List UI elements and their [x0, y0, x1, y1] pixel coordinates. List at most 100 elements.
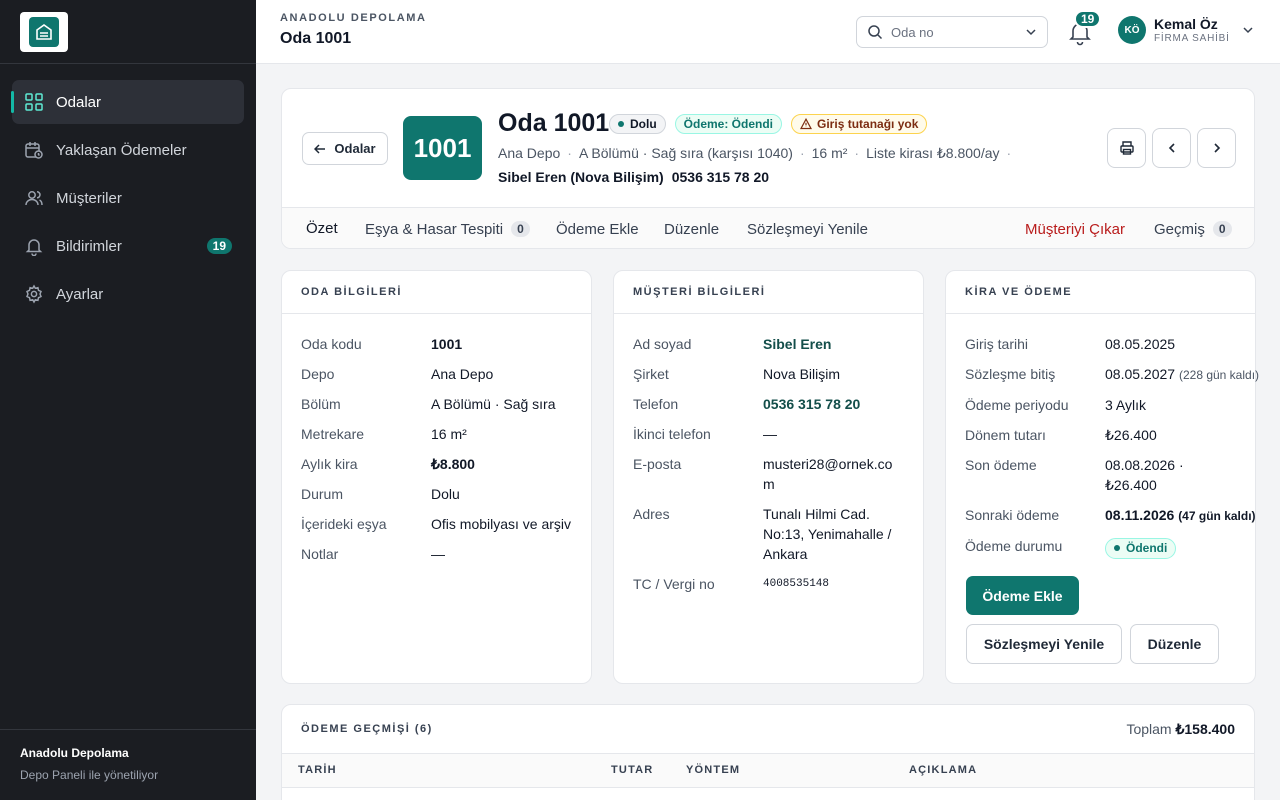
- sidebar-item-label: Bildirimler: [56, 237, 122, 255]
- tab-odeme-ekle[interactable]: Ödeme Ekle: [556, 208, 639, 248]
- warning-badge: Giriş tutanağı yok: [791, 114, 928, 134]
- card-title: MÜŞTERİ BİLGİLERİ: [614, 271, 923, 314]
- chevron-down-icon[interactable]: [1025, 26, 1037, 38]
- column-header[interactable]: AÇIKLAMA: [909, 764, 977, 776]
- footer-company: Anadolu Depolama: [20, 746, 129, 760]
- back-to-rooms-button[interactable]: Odalar: [302, 132, 388, 165]
- payment-status-badge: Ödendi: [1105, 537, 1177, 559]
- sidebar-item-label: Müşteriler: [56, 189, 122, 207]
- meta-list-rent: Liste kirası ₺8.800/ay: [866, 145, 1000, 161]
- customer-name-link[interactable]: Sibel Eren (Nova Bilişim): [498, 169, 664, 185]
- info-row: İçerideki eşya Ofis mobilyası ve arşiv: [301, 516, 572, 532]
- tab-gecmis[interactable]: Geçmiş 0: [1154, 208, 1232, 248]
- sidebar-nav: Odalar Yaklaşan Ödemeler Müşteriler Bild…: [0, 64, 256, 336]
- sidebar-item-ayarlar[interactable]: Ayarlar: [12, 272, 244, 316]
- warning-icon: [800, 118, 813, 130]
- info-row: Durum Dolu: [301, 486, 460, 502]
- phone-link[interactable]: 0536 315 78 20: [763, 394, 904, 414]
- search-icon: [868, 25, 883, 40]
- edit-button[interactable]: Düzenle: [1130, 624, 1219, 664]
- column-header[interactable]: YÖNTEM: [686, 764, 740, 776]
- info-row: Depo Ana Depo: [301, 366, 494, 382]
- tab-esya-hasar[interactable]: Eşya & Hasar Tespiti 0: [365, 208, 530, 248]
- card-title: ÖDEME GEÇMİŞİ (6): [301, 723, 433, 735]
- avatar: KÖ: [1118, 16, 1146, 44]
- user-role: FİRMA SAHİBİ: [1154, 33, 1230, 44]
- next-room-button[interactable]: [1197, 128, 1236, 168]
- tab-count: 0: [511, 221, 530, 237]
- room-meta: Ana Depo · A Bölümü · Sağ sıra (karşısı 10…: [498, 145, 1012, 161]
- info-row: Aylık kira ₺8.800: [301, 456, 475, 472]
- info-row: Sözleşme bitiş 08.05.2027 (228 gün kaldı): [965, 366, 1260, 382]
- calendar-clock-icon: [25, 142, 43, 159]
- bell-icon: [25, 239, 43, 256]
- info-row: Telefon 0536 315 78 20: [633, 394, 904, 414]
- renew-contract-button[interactable]: Sözleşmeyi Yenile: [966, 624, 1122, 664]
- customer-phone[interactable]: 0536 315 78 20: [672, 169, 769, 185]
- info-row: E-posta musteri28@ornek.com: [633, 454, 904, 494]
- page-title: Oda 1001: [280, 30, 352, 47]
- history-total: Toplam ₺158.400: [1126, 720, 1235, 737]
- notification-count-badge: 19: [206, 238, 232, 254]
- card-title: KİRA VE ÖDEME: [946, 271, 1255, 314]
- room-tabs: Özet Eşya & Hasar Tespiti 0 Ödeme Ekle Dü…: [282, 207, 1254, 248]
- sidebar: Odalar Yaklaşan Ödemeler Müşteriler Bild…: [0, 0, 256, 800]
- footer-subtitle: Depo Paneli ile yönetiliyor: [20, 768, 159, 782]
- info-row: Ödeme durumu Ödendi: [965, 536, 1236, 559]
- table-header: TARİH TUTAR YÖNTEM AÇIKLAMA: [282, 754, 1254, 788]
- column-header[interactable]: TUTAR: [611, 764, 653, 776]
- user-name: Kemal Öz: [1154, 16, 1218, 32]
- column-header[interactable]: TARİH: [298, 764, 337, 776]
- sidebar-footer: Anadolu Depolama Depo Paneli ile yönetil…: [0, 729, 256, 800]
- customer-info-card: MÜŞTERİ BİLGİLERİ Ad soyad Sibel Eren Şir…: [613, 270, 924, 684]
- tab-musteriyi-cikar[interactable]: Müşteriyi Çıkar: [1025, 208, 1125, 248]
- print-button[interactable]: [1107, 128, 1146, 168]
- tab-duzenle[interactable]: Düzenle: [664, 208, 719, 248]
- chevron-right-icon: [1213, 143, 1220, 153]
- occupancy-badge: Dolu: [609, 114, 666, 134]
- info-row: Ödeme periyodu 3 Aylık: [965, 397, 1146, 413]
- info-row: TC / Vergi no 4008535148: [633, 576, 830, 592]
- logo[interactable]: [20, 12, 68, 52]
- sidebar-item-yaklasan-odemeler[interactable]: Yaklaşan Ödemeler: [12, 128, 244, 172]
- sidebar-item-label: Odalar: [56, 93, 102, 111]
- search-input[interactable]: [891, 24, 1011, 40]
- sidebar-item-bildirimler[interactable]: Bildirimler 19: [12, 224, 244, 268]
- chevron-down-icon: [1243, 27, 1253, 34]
- status-pills: Dolu Ödeme: Ödendi Giriş tutanağı yok: [609, 114, 936, 134]
- room-info-card: ODA BİLGİLERİ Oda kodu 1001 Depo Ana Depo …: [281, 270, 592, 684]
- info-row: Şirket Nova Bilişim: [633, 366, 841, 382]
- sidebar-item-label: Ayarlar: [56, 285, 104, 303]
- arrow-left-icon: [314, 143, 326, 154]
- payment-history-card: ÖDEME GEÇMİŞİ (6) Toplam ₺158.400 TARİH …: [281, 704, 1255, 800]
- room-search[interactable]: [856, 16, 1048, 48]
- info-row: Oda kodu 1001: [301, 336, 463, 352]
- printer-icon: [1119, 141, 1134, 155]
- rent-payment-card: KİRA VE ÖDEME Giriş tarihi 08.05.2025 Söz…: [945, 270, 1260, 684]
- warehouse-icon: [29, 17, 59, 47]
- sidebar-item-odalar[interactable]: Odalar: [11, 80, 244, 124]
- customer-name-link[interactable]: Sibel Eren: [763, 334, 904, 354]
- tab-count: 0: [1212, 221, 1232, 237]
- user-menu[interactable]: KÖ Kemal Öz FİRMA SAHİBİ: [1118, 16, 1254, 44]
- email-link[interactable]: musteri28@ornek.com: [763, 454, 904, 494]
- tab-sozlesme-yenile[interactable]: Sözleşmeyi Yenile: [747, 208, 868, 248]
- card-title: ODA BİLGİLERİ: [282, 271, 591, 314]
- info-row: Bölüm A Bölümü · Sağ sıra: [301, 396, 556, 412]
- customer-contact: Sibel Eren (Nova Bilişim) 0536 315 78 20: [498, 169, 769, 185]
- meta-area: 16 m²: [811, 145, 848, 161]
- sidebar-item-musteriler[interactable]: Müşteriler: [12, 176, 244, 220]
- tab-ozet[interactable]: Özet: [294, 208, 350, 248]
- gear-icon: [26, 284, 42, 304]
- info-row: Son ödeme 08.08.2026 · ₺26.400: [965, 457, 1184, 493]
- back-button-label: Odalar: [334, 141, 376, 156]
- add-payment-button[interactable]: Ödeme Ekle: [966, 576, 1079, 615]
- payment-badge: Ödeme: Ödendi: [674, 114, 783, 134]
- meta-section: A Bölümü · Sağ sıra (karşısı 1040): [578, 145, 793, 161]
- previous-room-button[interactable]: [1152, 128, 1191, 168]
- info-row: Ad soyad Sibel Eren: [633, 334, 904, 354]
- brand-name: ANADOLU DEPOLAMA: [280, 12, 427, 24]
- info-row: Notlar —: [301, 546, 445, 562]
- room-code-badge: 1001: [403, 116, 482, 180]
- room-header-card: Odalar 1001 Oda 1001 Dolu Ödeme: Ödendi …: [281, 88, 1255, 249]
